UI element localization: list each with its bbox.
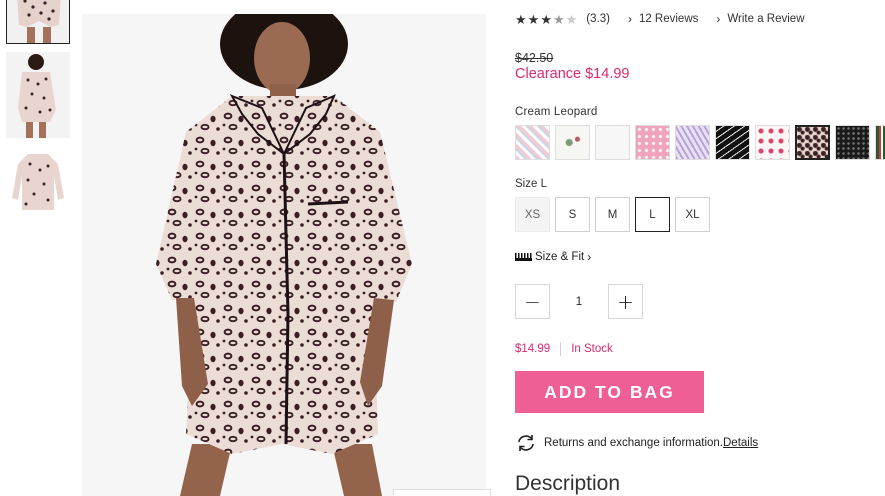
color-swatch-black-dot[interactable] bbox=[835, 125, 870, 160]
reviews-link-label: 12 Reviews bbox=[638, 13, 699, 25]
exchange-icon bbox=[518, 435, 534, 451]
star-rating: ★ ★ ★ ★ ★ bbox=[515, 13, 578, 26]
ruler-icon bbox=[515, 253, 532, 261]
divider bbox=[560, 342, 562, 356]
increase-quantity-button[interactable]: + bbox=[608, 284, 643, 319]
size-label: Size L bbox=[515, 178, 547, 190]
write-review-label: Write a Review bbox=[727, 13, 805, 25]
color-swatch-white-floral[interactable] bbox=[555, 125, 590, 160]
color-swatch-lavender-print[interactable] bbox=[675, 125, 710, 160]
quantity-value[interactable]: 1 bbox=[550, 296, 608, 308]
color-swatch-cream-leopard[interactable] bbox=[795, 125, 830, 160]
size-option-xl[interactable]: XL bbox=[675, 197, 710, 232]
returns-details-link[interactable]: Details bbox=[723, 437, 758, 449]
chevron-right-icon: › bbox=[587, 250, 592, 264]
returns-text: Returns and exchange information. bbox=[544, 437, 723, 449]
size-options: XS S M L XL bbox=[515, 197, 715, 232]
color-swatch-white-lips[interactable] bbox=[755, 125, 790, 160]
bottom-tab[interactable] bbox=[393, 489, 491, 496]
chevron-right-icon: › bbox=[627, 12, 632, 26]
write-review-link[interactable]: › Write a Review bbox=[716, 12, 804, 26]
star-icon: ★ bbox=[527, 11, 540, 27]
thumbnail-3[interactable] bbox=[6, 148, 70, 216]
description-heading: Description bbox=[515, 472, 621, 495]
size-option-s[interactable]: S bbox=[555, 197, 590, 232]
color-swatch-pink-snowflake[interactable] bbox=[635, 125, 670, 160]
size-option-m[interactable]: M bbox=[595, 197, 630, 232]
rating-row: ★ ★ ★ ★ ★ (3.3) › 12 Reviews › Write a R… bbox=[515, 11, 823, 27]
color-swatches bbox=[515, 125, 885, 161]
size-fit-label: Size & Fit bbox=[535, 251, 585, 263]
size-fit-link[interactable]: Size & Fit › bbox=[515, 250, 591, 264]
reviews-link[interactable]: › 12 Reviews bbox=[628, 12, 698, 26]
size-option-l[interactable]: L bbox=[635, 197, 670, 232]
pajama-flatlay-thumbnail-icon bbox=[6, 148, 70, 216]
clearance-price: Clearance $14.99 bbox=[515, 66, 630, 82]
thumbnail-2[interactable] bbox=[6, 52, 70, 138]
add-to-bag-button[interactable]: ADD TO BAG bbox=[515, 371, 704, 413]
color-swatch-black-script[interactable] bbox=[715, 125, 750, 160]
thumbnail-1[interactable] bbox=[6, 0, 70, 44]
decrease-quantity-button[interactable]: − bbox=[515, 284, 550, 319]
selected-color-name: Cream Leopard bbox=[515, 106, 598, 118]
main-product-image[interactable] bbox=[82, 14, 486, 496]
current-price: $14.99 bbox=[515, 343, 551, 355]
minus-icon: − bbox=[524, 289, 541, 314]
star-icon: ★ bbox=[540, 11, 552, 27]
returns-info: Returns and exchange information. Detail… bbox=[515, 434, 758, 452]
plus-icon: + bbox=[617, 289, 634, 314]
star-icon: ★ bbox=[515, 11, 527, 27]
pajama-shorts-thumbnail-icon bbox=[7, 0, 69, 43]
color-swatch-solid-white[interactable] bbox=[595, 125, 630, 160]
rating-value: (3.3) bbox=[586, 13, 610, 25]
chevron-right-icon: › bbox=[716, 12, 721, 26]
star-empty-icon: ★ bbox=[565, 11, 578, 27]
leopard-sleepshirt-model-image-icon bbox=[82, 14, 486, 496]
stock-row: $14.99 In Stock bbox=[515, 342, 613, 356]
pajama-back-thumbnail-icon bbox=[6, 52, 70, 138]
color-swatch-pink-plaid[interactable] bbox=[515, 125, 550, 160]
size-option-xs[interactable]: XS bbox=[515, 197, 550, 232]
star-half-icon: ★ bbox=[552, 11, 565, 27]
color-swatch-plaid-partial[interactable] bbox=[875, 125, 885, 160]
stock-status: In Stock bbox=[571, 343, 613, 355]
quantity-stepper: − 1 + bbox=[515, 284, 643, 319]
original-price: $42.50 bbox=[515, 51, 554, 65]
